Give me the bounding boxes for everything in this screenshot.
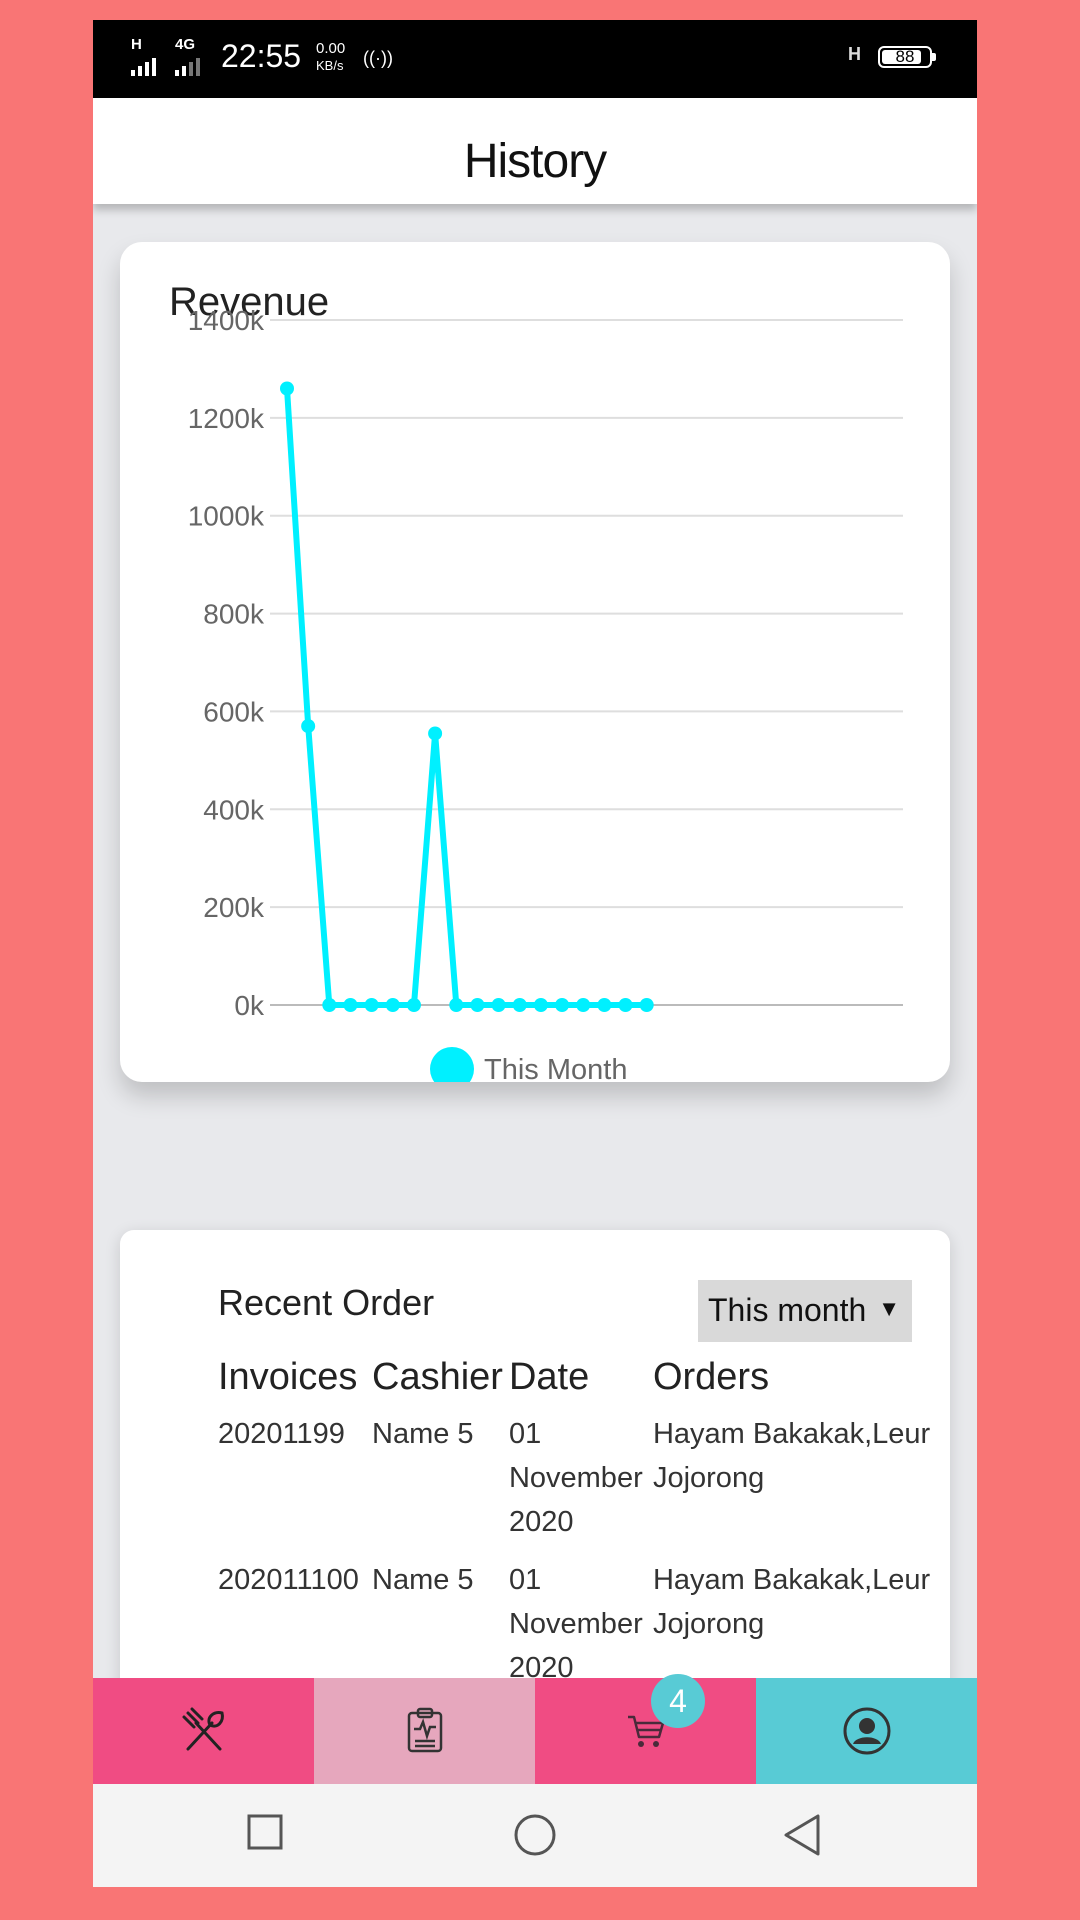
order-line: Hayam Bakakak,Leur — [652, 1418, 931, 1450]
date-day: 01 — [508, 1564, 542, 1596]
data-point[interactable] — [364, 998, 379, 1012]
invoice-cell: 20201199 — [218, 1418, 345, 1450]
tab-profile[interactable] — [756, 1678, 977, 1784]
clipboard-icon — [407, 1707, 442, 1753]
data-point[interactable] — [576, 998, 591, 1012]
column-header-orders: Orders — [652, 1355, 770, 1398]
series-line — [284, 388, 647, 1008]
invoice-cell: 202011100 — [218, 1564, 359, 1596]
orders-table: Invoices Cashier Date Orders 20201199 Na… — [218, 1348, 934, 1698]
y-tick-label: 200k — [203, 892, 265, 923]
tab-cart[interactable]: 4 — [535, 1674, 756, 1784]
table-row[interactable]: 20201199 Name 5 01 November 2020 Hayam Bak… — [218, 1406, 934, 1552]
date-day: 01 — [508, 1418, 542, 1450]
data-point[interactable] — [428, 726, 443, 741]
user-icon — [843, 1707, 890, 1755]
recent-apps-icon[interactable] — [245, 1812, 285, 1852]
legend-marker — [430, 1047, 474, 1082]
phone-screen: H 4G 22:55 0.00 KB/s ((·)) H 88 History … — [93, 20, 977, 1887]
cashier-cell: Name 5 — [372, 1564, 474, 1596]
y-tick-label: 1000k — [188, 501, 265, 532]
battery-icon: 88 — [878, 46, 936, 68]
orders-cell: Hayam Bakakak,Leur Jojorong — [653, 1552, 934, 1698]
date-month: November — [508, 1608, 643, 1640]
y-tick-label: 1400k — [188, 305, 265, 336]
date-cell: 01 November 2020 — [509, 1406, 653, 1552]
column-header-invoices: Invoices — [218, 1355, 358, 1398]
app-header: History — [93, 98, 977, 204]
utensils-icon — [182, 1707, 224, 1751]
page-title: History — [463, 135, 607, 188]
legend-label: This Month — [484, 1054, 627, 1082]
data-point[interactable] — [301, 719, 316, 734]
home-icon[interactable] — [512, 1812, 558, 1858]
data-point[interactable] — [385, 998, 400, 1012]
data-point[interactable] — [533, 998, 548, 1012]
data-point[interactable] — [470, 998, 485, 1012]
data-point[interactable] — [555, 998, 570, 1012]
period-select-value: This month — [708, 1292, 867, 1328]
caret-down-icon: ▼ — [878, 1296, 900, 1321]
clock: 22:55 — [221, 38, 302, 74]
revenue-card: Revenue 1400k 1200k 1000k 800k 600k 400k 200k 0… — [120, 242, 950, 1082]
tab-history[interactable] — [314, 1678, 535, 1784]
data-point[interactable] — [639, 998, 654, 1012]
data-point[interactable] — [597, 998, 612, 1012]
signal-4g-label: 4G — [175, 36, 196, 53]
bottom-navigation: 4 — [93, 1674, 977, 1784]
column-header-cashier: Cashier — [372, 1355, 503, 1398]
y-tick-label: 0k — [234, 990, 265, 1021]
cart-count-badge: 4 — [651, 1674, 705, 1728]
table-row[interactable]: 202011100 Name 5 01 November 2020 Hayam Ba… — [218, 1552, 934, 1698]
order-line: Hayam Bakakak,Leur — [652, 1564, 931, 1596]
data-point[interactable] — [449, 998, 464, 1012]
order-line: Jojorong — [652, 1462, 765, 1494]
hotspot-icon: ((·)) — [363, 48, 393, 68]
date-year: 2020 — [508, 1506, 574, 1538]
y-tick-label: 800k — [203, 599, 265, 630]
y-tick-label: 600k — [203, 696, 265, 727]
y-tick-label: 1200k — [188, 403, 265, 434]
order-line: Jojorong — [652, 1608, 765, 1640]
network-speed-value: 0.00 — [316, 40, 346, 57]
orders-cell: Hayam Bakakak,Leur Jojorong — [653, 1406, 934, 1552]
cashier-cell: Name 5 — [372, 1418, 474, 1450]
tab-menu[interactable] — [93, 1678, 314, 1784]
battery-level-text: 88 — [895, 47, 915, 66]
revenue-line-chart: 1400k 1200k 1000k 800k 600k 400k 200k 0k This Mo… — [188, 305, 903, 1082]
data-point[interactable] — [343, 998, 358, 1012]
column-header-date: Date — [508, 1355, 590, 1398]
period-select[interactable]: This month ▼ — [698, 1280, 912, 1342]
network-type-label: H — [848, 44, 861, 64]
network-speed: 0.00 KB/s — [316, 40, 345, 74]
recent-orders-title: Recent Order — [218, 1282, 435, 1323]
date-cell: 01 November 2020 — [509, 1552, 653, 1698]
y-tick-label: 400k — [203, 794, 265, 825]
data-point[interactable] — [322, 998, 337, 1012]
recent-orders-card: Recent Order This month ▼ Invoices Cashi… — [120, 1230, 950, 1710]
data-point[interactable] — [512, 998, 527, 1012]
status-bar: H 4G 22:55 0.00 KB/s ((·)) H 88 — [93, 20, 977, 98]
data-point[interactable] — [491, 998, 506, 1012]
system-navigation-bar — [93, 1784, 977, 1887]
back-icon[interactable] — [780, 1812, 824, 1858]
data-point[interactable] — [280, 381, 294, 396]
date-month: November — [508, 1462, 643, 1494]
network-speed-unit: KB/s — [316, 58, 344, 73]
data-point[interactable] — [406, 998, 421, 1012]
signal-type-label: H — [131, 36, 142, 53]
data-point[interactable] — [618, 998, 633, 1012]
